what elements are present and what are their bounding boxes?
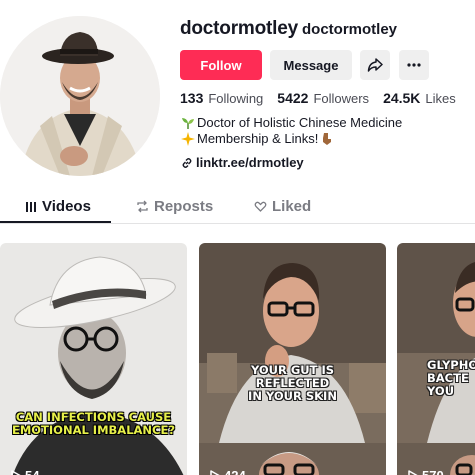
video-thumbnail: [0, 243, 187, 475]
play-icon: [210, 470, 220, 475]
profile-avatar[interactable]: [0, 16, 160, 176]
video-card[interactable]: YOUR GUT IS REFLECTED IN YOUR SKIN 424: [199, 243, 386, 475]
profile-bio: Doctor of Holistic Chinese Medicine Memb…: [181, 115, 402, 147]
video-caption: GLYPHO BACTE YOU: [427, 359, 475, 398]
message-button[interactable]: Message: [270, 50, 352, 80]
followers-count: 5422: [277, 90, 309, 106]
play-icon: [11, 470, 21, 475]
caption-line: YOU: [427, 384, 455, 398]
bio-link[interactable]: linktr.ee/drmotley: [181, 155, 304, 170]
stat-followers[interactable]: 5422 Followers: [277, 90, 369, 106]
video-thumbnail: [199, 243, 386, 475]
share-button[interactable]: [360, 50, 390, 80]
bio-link-text: linktr.ee/drmotley: [196, 155, 304, 170]
play-icon: [408, 470, 418, 475]
bio-line-1: Doctor of Holistic Chinese Medicine: [197, 115, 403, 130]
caption-line: EMOTIONAL IMBALANCE?: [11, 423, 176, 437]
tab-liked[interactable]: Liked: [254, 198, 311, 215]
grid-icon: [26, 201, 36, 212]
tab-reposts[interactable]: Reposts: [136, 198, 213, 215]
profile-stats: 133 Following 5422 Followers 24.5K Likes: [180, 90, 470, 106]
stat-likes: 24.5K Likes: [383, 90, 456, 106]
pointing-down-icon: [323, 133, 332, 145]
likes-label: Likes: [425, 91, 456, 106]
tab-videos-label: Videos: [42, 198, 91, 215]
caption-line: IN YOUR SKIN: [248, 389, 337, 403]
seedling-icon: [182, 118, 194, 129]
username: doctormotley: [180, 18, 298, 39]
active-tab-indicator: [0, 221, 111, 223]
share-arrow-icon: [367, 58, 383, 72]
sparkle-icon: [181, 132, 195, 146]
view-count-text: 570: [422, 468, 444, 475]
tab-liked-label: Liked: [272, 198, 312, 215]
heart-outline-icon: [254, 201, 267, 212]
followers-label: Followers: [313, 91, 370, 106]
tab-videos[interactable]: Videos: [25, 198, 91, 215]
video-caption: CAN INFECTIONS CAUSE EMOTIONAL IMBALANCE…: [0, 411, 187, 437]
repost-icon: [137, 200, 148, 213]
video-caption: YOUR GUT IS REFLECTED IN YOUR SKIN: [199, 364, 386, 403]
follow-button[interactable]: Follow: [180, 50, 262, 80]
view-count: 54: [10, 468, 39, 475]
video-card[interactable]: GLYPHO BACTE YOU 570: [397, 243, 475, 475]
tab-reposts-label: Reposts: [154, 198, 214, 215]
view-count-text: 54: [25, 468, 39, 475]
nickname: doctormotley: [302, 21, 398, 38]
profile-tabs: Videos Reposts Liked: [0, 190, 475, 224]
view-count: 570: [407, 468, 444, 475]
likes-count: 24.5K: [383, 90, 421, 106]
bio-line-2: Membership & Links!: [197, 131, 319, 146]
more-button[interactable]: [399, 50, 429, 80]
link-icon: [182, 157, 192, 168]
more-dots-icon: [407, 63, 421, 67]
following-label: Following: [208, 91, 264, 106]
view-count-text: 424: [224, 468, 246, 475]
following-count: 133: [180, 90, 204, 106]
view-count: 424: [209, 468, 246, 475]
video-card[interactable]: CAN INFECTIONS CAUSE EMOTIONAL IMBALANCE…: [0, 243, 187, 475]
stat-following[interactable]: 133 Following: [180, 90, 263, 106]
